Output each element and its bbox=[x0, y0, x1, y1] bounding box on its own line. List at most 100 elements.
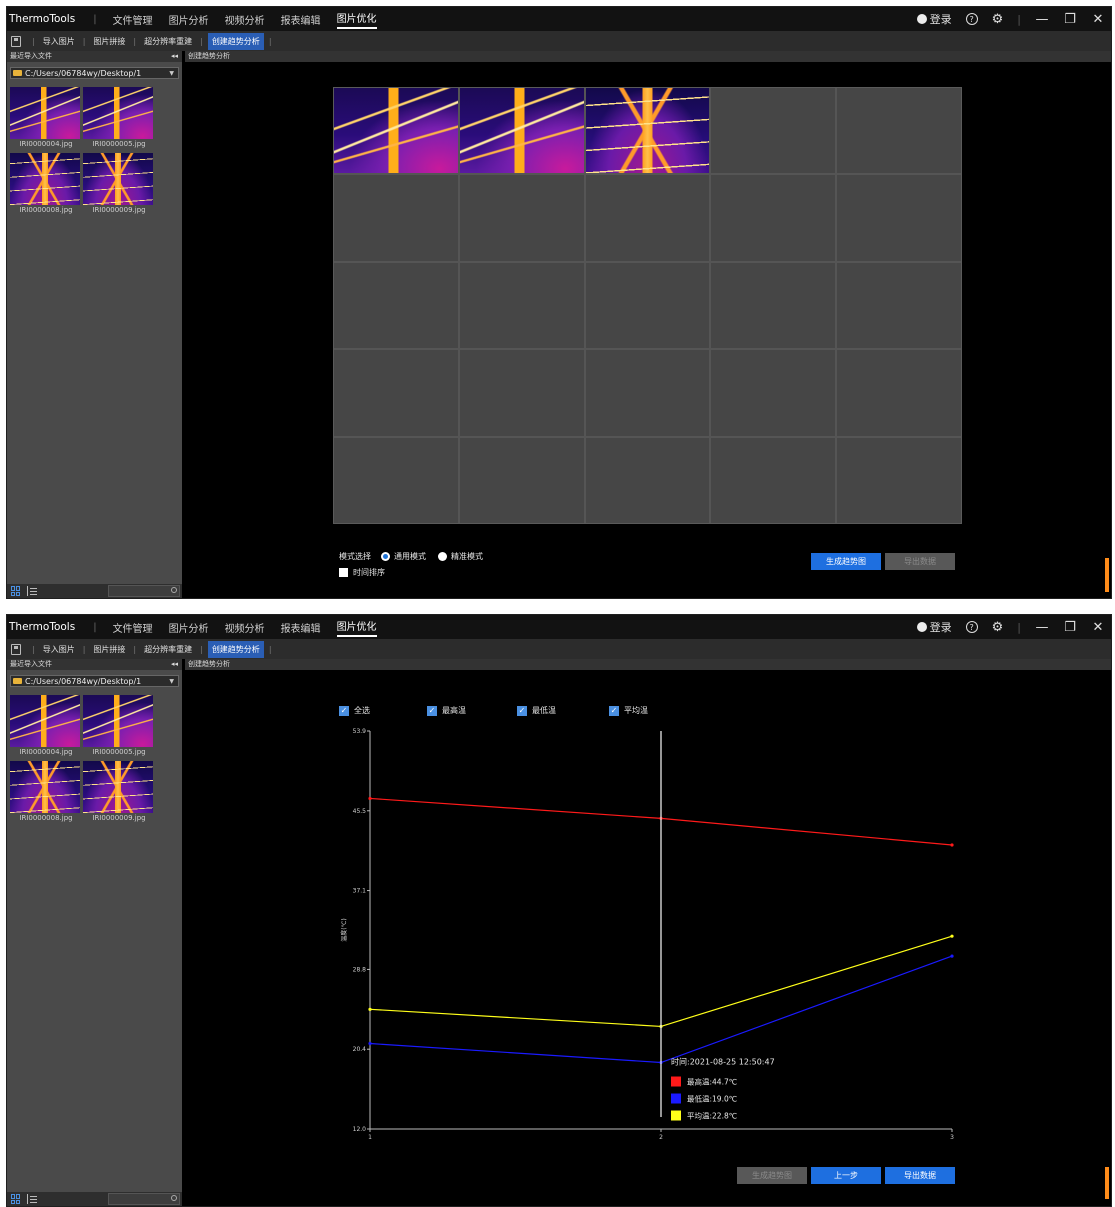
menu-image-optimize[interactable]: 图片优化 bbox=[337, 618, 377, 637]
search-input[interactable] bbox=[108, 585, 180, 597]
menu-file[interactable]: 文件管理 bbox=[113, 620, 153, 635]
prev-step-button[interactable]: 上一步 bbox=[811, 1167, 881, 1184]
help-icon[interactable]: ? bbox=[965, 621, 978, 633]
tool-import-image[interactable]: 导入图片 bbox=[40, 34, 78, 49]
checkbox-max-temp[interactable]: ✓ 最高温 bbox=[427, 705, 517, 716]
y-tick-label: 12.0 bbox=[353, 1126, 367, 1133]
image-slot[interactable] bbox=[334, 350, 458, 436]
tool-super-resolution[interactable]: 超分辨率重建 bbox=[141, 34, 195, 49]
data-point[interactable] bbox=[950, 843, 954, 847]
export-data-button[interactable]: 导出数据 bbox=[885, 553, 955, 570]
list-view-icon[interactable] bbox=[27, 1194, 37, 1204]
help-icon[interactable]: ? bbox=[965, 13, 978, 25]
data-point[interactable] bbox=[368, 1007, 372, 1011]
y-tick-label: 53.9 bbox=[353, 728, 367, 735]
image-slot[interactable] bbox=[334, 437, 458, 523]
image-slot[interactable] bbox=[837, 175, 961, 261]
image-slot[interactable] bbox=[334, 88, 458, 174]
image-slot[interactable] bbox=[585, 175, 710, 261]
collapse-icon[interactable]: ◂◂ bbox=[171, 659, 178, 670]
image-slot[interactable] bbox=[585, 88, 710, 174]
list-view-icon[interactable] bbox=[27, 586, 37, 596]
image-slot[interactable] bbox=[837, 88, 961, 174]
image-slot[interactable] bbox=[585, 350, 710, 436]
image-slot[interactable] bbox=[711, 262, 836, 349]
tool-super-resolution[interactable]: 超分辨率重建 bbox=[141, 642, 195, 657]
file-thumbnail[interactable]: IRI0000004.jpg bbox=[10, 87, 82, 149]
image-slot[interactable] bbox=[459, 437, 584, 523]
image-slot[interactable] bbox=[585, 437, 710, 523]
file-thumbnail[interactable]: IRI0000008.jpg bbox=[10, 153, 82, 215]
image-slot[interactable] bbox=[837, 437, 961, 523]
generate-trend-button[interactable]: 生成趋势图 bbox=[811, 553, 881, 570]
menu-file[interactable]: 文件管理 bbox=[113, 12, 153, 27]
image-slot[interactable] bbox=[711, 437, 836, 523]
image-slot[interactable] bbox=[711, 350, 836, 436]
tooltip-value: 最低温:19.0℃ bbox=[687, 1094, 737, 1104]
image-slot[interactable] bbox=[837, 350, 961, 436]
menu-image-analysis[interactable]: 图片分析 bbox=[169, 12, 209, 27]
image-slot[interactable] bbox=[459, 262, 584, 349]
tool-stitch[interactable]: 图片拼接 bbox=[90, 34, 128, 49]
tool-stitch[interactable]: 图片拼接 bbox=[90, 642, 128, 657]
save-icon[interactable] bbox=[11, 35, 21, 47]
checkbox-min-temp[interactable]: ✓ 最低温 bbox=[517, 705, 609, 716]
time-sort-checkbox[interactable] bbox=[339, 568, 348, 577]
minimize-icon[interactable]: — bbox=[1035, 12, 1049, 27]
file-thumbnail[interactable]: IRI0000009.jpg bbox=[83, 153, 155, 215]
close-icon[interactable]: ✕ bbox=[1091, 620, 1105, 635]
scrollbar[interactable] bbox=[1105, 558, 1109, 592]
save-icon[interactable] bbox=[11, 643, 21, 655]
minimize-icon[interactable]: — bbox=[1035, 620, 1049, 635]
grid-view-icon[interactable] bbox=[11, 586, 21, 596]
radio-precise-mode[interactable] bbox=[438, 552, 447, 561]
file-thumbnail[interactable]: IRI0000005.jpg bbox=[83, 695, 155, 757]
login-button[interactable]: 登录 bbox=[916, 11, 952, 27]
radio-general-mode[interactable] bbox=[381, 552, 390, 561]
menu-report[interactable]: 报表编辑 bbox=[281, 620, 321, 635]
image-slot[interactable] bbox=[711, 175, 836, 261]
checkbox-avg-temp[interactable]: ✓ 平均温 bbox=[609, 705, 648, 716]
menu-video-analysis[interactable]: 视频分析 bbox=[225, 12, 265, 27]
file-thumbnail[interactable]: IRI0000004.jpg bbox=[10, 695, 82, 757]
checkbox-select-all[interactable]: ✓ 全选 bbox=[339, 705, 427, 716]
close-icon[interactable]: ✕ bbox=[1091, 12, 1105, 27]
grid-view-icon[interactable] bbox=[11, 1194, 21, 1204]
login-button[interactable]: 登录 bbox=[916, 619, 952, 635]
file-thumbnail[interactable]: IRI0000009.jpg bbox=[83, 761, 155, 823]
image-slot[interactable] bbox=[711, 88, 836, 174]
settings-icon[interactable]: ⚙ bbox=[992, 620, 1004, 635]
data-point[interactable] bbox=[368, 796, 372, 801]
data-point[interactable] bbox=[950, 934, 954, 938]
data-point[interactable] bbox=[950, 954, 954, 958]
menu-report[interactable]: 报表编辑 bbox=[281, 12, 321, 27]
tool-import-image[interactable]: 导入图片 bbox=[40, 642, 78, 657]
menu-image-analysis[interactable]: 图片分析 bbox=[169, 620, 209, 635]
tool-create-trend[interactable]: 创建趋势分析 bbox=[207, 640, 264, 658]
data-point[interactable] bbox=[368, 1041, 372, 1046]
image-slot[interactable] bbox=[334, 175, 458, 261]
trend-chart[interactable]: 12.0 20.4 28.8 37.1 45.5 53.9 1 2 3 温度(℃) 时间:2021-… bbox=[332, 725, 962, 1145]
image-slot[interactable] bbox=[837, 262, 961, 349]
recent-files-panel: 最近导入文件 ◂◂ C:/Users/06784wy/Desktop/1 ▼ I… bbox=[7, 51, 182, 598]
generate-trend-button[interactable]: 生成趋势图 bbox=[737, 1167, 807, 1184]
file-thumbnail[interactable]: IRI0000008.jpg bbox=[10, 761, 82, 823]
image-slot[interactable] bbox=[585, 262, 710, 349]
image-slot[interactable] bbox=[459, 350, 584, 436]
image-slot[interactable] bbox=[334, 262, 458, 349]
path-select[interactable]: C:/Users/06784wy/Desktop/1 ▼ bbox=[10, 675, 179, 687]
menu-video-analysis[interactable]: 视频分析 bbox=[225, 620, 265, 635]
image-slot[interactable] bbox=[459, 88, 584, 174]
restore-icon[interactable]: ❐ bbox=[1063, 12, 1077, 27]
scrollbar[interactable] bbox=[1105, 1167, 1109, 1199]
restore-icon[interactable]: ❐ bbox=[1063, 620, 1077, 635]
path-select[interactable]: C:/Users/06784wy/Desktop/1 ▼ bbox=[10, 67, 179, 79]
collapse-icon[interactable]: ◂◂ bbox=[171, 51, 178, 62]
menu-image-optimize[interactable]: 图片优化 bbox=[337, 10, 377, 29]
image-slot[interactable] bbox=[459, 175, 584, 261]
tool-create-trend[interactable]: 创建趋势分析 bbox=[207, 32, 264, 50]
settings-icon[interactable]: ⚙ bbox=[992, 12, 1004, 27]
search-input[interactable] bbox=[108, 1193, 180, 1205]
export-data-button[interactable]: 导出数据 bbox=[885, 1167, 955, 1184]
file-thumbnail[interactable]: IRI0000005.jpg bbox=[83, 87, 155, 149]
